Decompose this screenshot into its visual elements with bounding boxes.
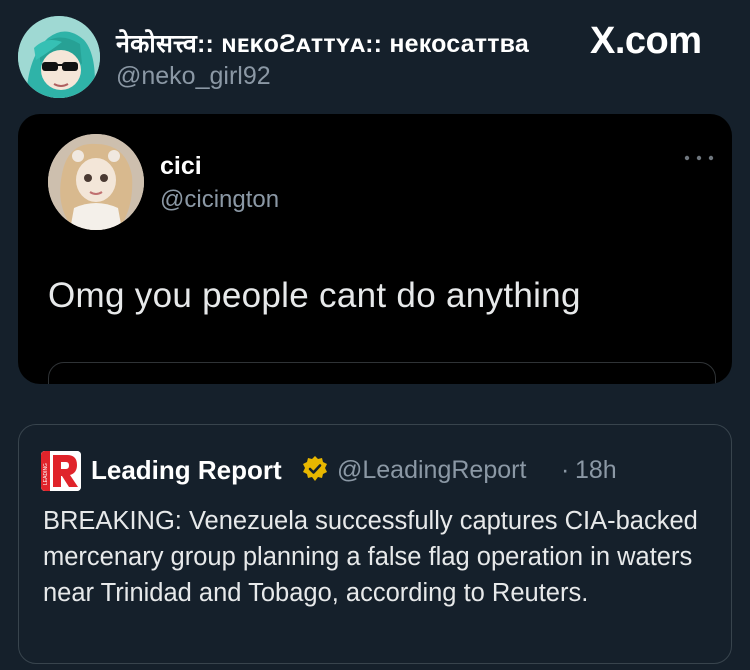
embedded-post-text: Omg you people cant do anything — [48, 276, 581, 315]
embedded-author-name: cici — [160, 152, 202, 180]
verified-badge-icon — [301, 455, 329, 483]
user-avatar[interactable] — [18, 16, 100, 98]
brand-logo: X.com — [590, 20, 702, 63]
embedded-author-handle: @cicington — [160, 186, 280, 213]
embedded-post-screenshot: cici @cicington Omg you people cant do a… — [18, 114, 732, 384]
quoted-post-text: BREAKING: Venezuela successfully capture… — [43, 507, 698, 607]
brand-text: X.com — [590, 20, 702, 62]
quoted-post-card[interactable]: LEADING Leading Report @LeadingReport · … — [18, 424, 732, 664]
quoted-author-handle[interactable]: @LeadingReport — [337, 456, 526, 485]
separator-dot: · — [561, 456, 570, 484]
embedded-author-avatar — [48, 134, 144, 230]
ellipsis-icon — [682, 150, 716, 161]
leading-report-logo[interactable]: LEADING — [41, 451, 81, 491]
embedded-card-edge — [48, 362, 716, 384]
quoted-author-name[interactable]: Leading Report — [91, 455, 282, 486]
svg-text:LEADING: LEADING — [43, 463, 49, 485]
post-header: नेकोसत्त्व:: ɴᴇᴋᴏϩᴀᴛᴛʏᴀ:: некосаттва @ne… — [0, 0, 750, 110]
user-handle[interactable]: @neko_girl92 — [116, 62, 271, 91]
post-timestamp[interactable]: 18h — [575, 456, 617, 485]
display-name[interactable]: नेकोसत्त्व:: ɴᴇᴋᴏϩᴀᴛᴛʏᴀ:: некосаттва — [116, 26, 529, 60]
